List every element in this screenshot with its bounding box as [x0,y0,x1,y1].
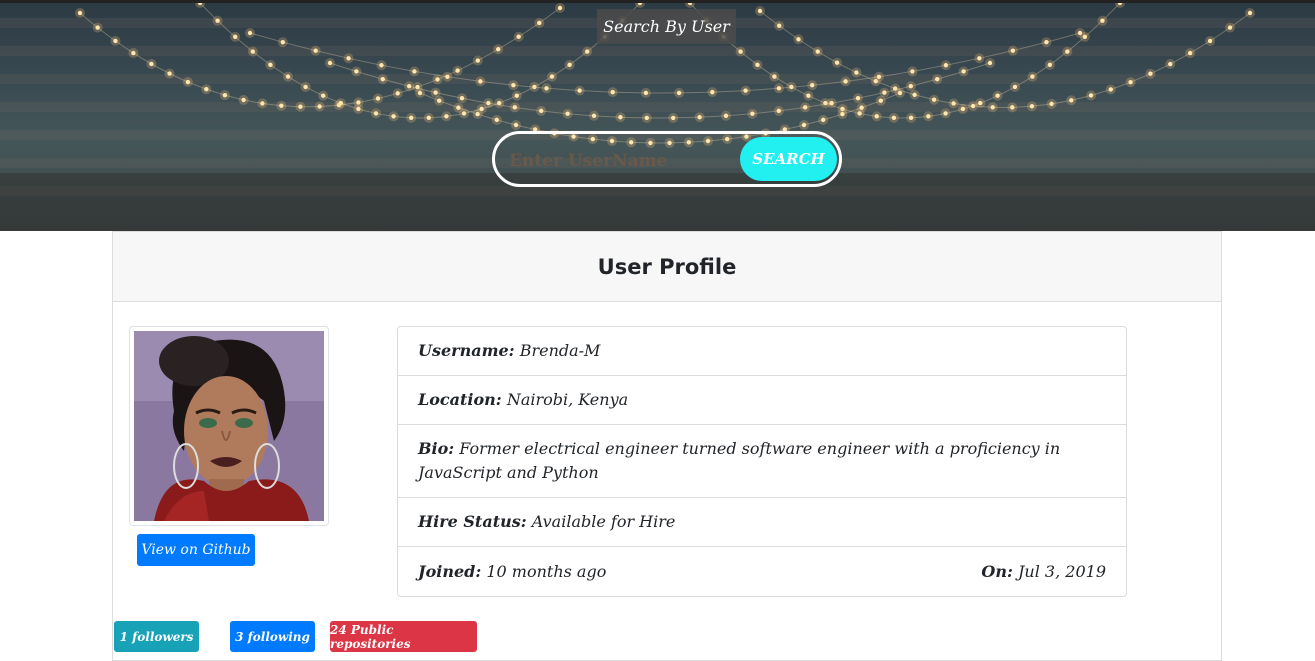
bio-value: Former electrical engineer turned softwa… [418,439,1061,482]
profile-card-header: User Profile [113,232,1221,302]
profile-title: User Profile [597,254,737,279]
search-form: SEARCH [492,131,842,187]
location-label: Location: [418,390,502,409]
hire-status-label: Hire Status: [418,512,527,531]
joined-row: Joined: 10 months ago On: Jul 3, 2019 [398,547,1126,596]
username-row: Username: Brenda-M [398,327,1126,376]
search-button[interactable]: SEARCH [740,137,837,181]
followers-badge[interactable]: 1 followers [114,621,199,652]
hire-status-row: Hire Status: Available for Hire [398,498,1126,547]
bio-label: Bio: [418,439,455,458]
profile-details-list: Username: Brenda-M Location: Nairobi, Ke… [397,326,1127,597]
username-label: Username: [418,341,515,360]
avatar [129,326,329,526]
location-row: Location: Nairobi, Kenya [398,376,1126,425]
view-on-github-button[interactable]: View on Github [137,534,255,566]
joined-date-value: Jul 3, 2019 [1018,561,1106,581]
following-badge[interactable]: 3 following [230,621,315,652]
bio-row: Bio: Former electrical engineer turned s… [398,425,1126,498]
joined-date-label: On: [981,561,1013,581]
avatar-image [134,331,324,521]
profile-card: User Profile View on Github Username: Br… [112,231,1222,661]
hero-banner: Search By User SEARCH [0,3,1315,231]
joined-value: 10 months ago [486,561,607,581]
page-title: Search By User [597,9,736,44]
location-value: Nairobi, Kenya [506,390,629,409]
search-input[interactable] [507,144,731,178]
hire-status-value: Available for Hire [531,512,676,531]
repositories-badge[interactable]: 24 Public repositories [330,621,477,652]
joined-label: Joined: [418,561,482,581]
username-value: Brenda-M [519,341,601,360]
